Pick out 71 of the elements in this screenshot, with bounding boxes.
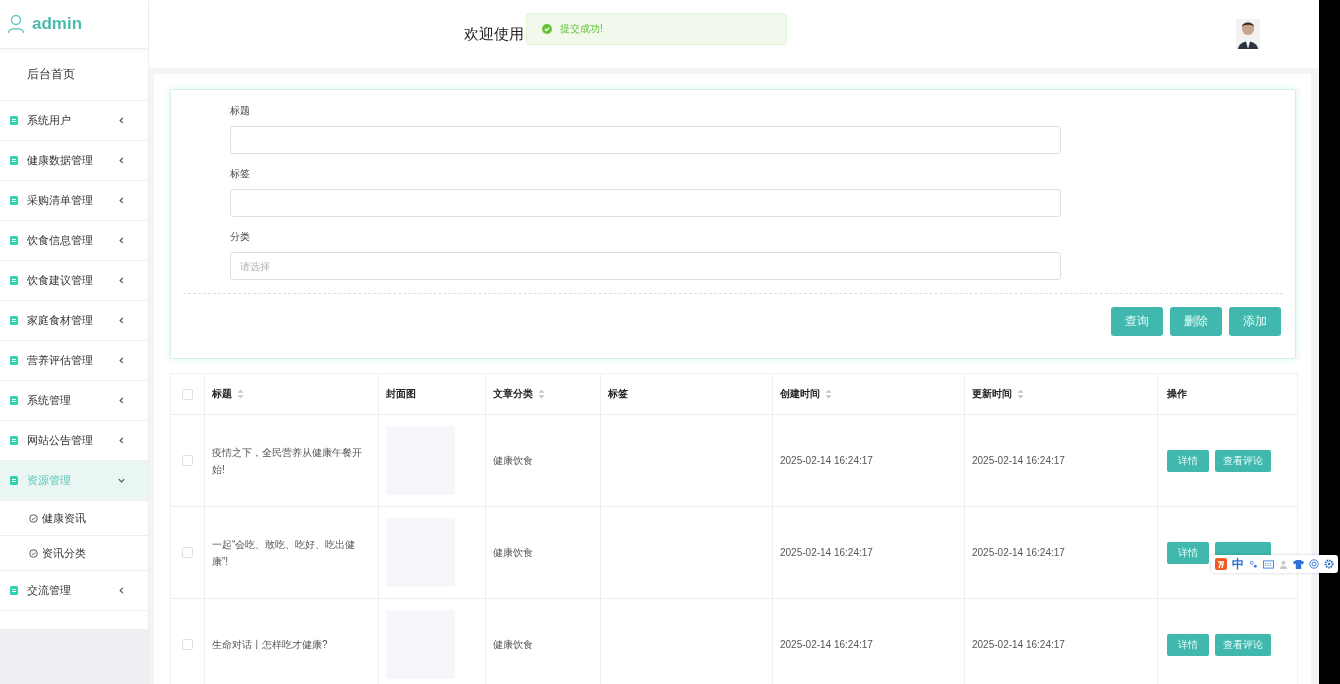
field-label: 标题: [230, 104, 251, 118]
menu-item[interactable]: 饮食建议管理: [0, 261, 148, 301]
column-header: 封面图: [386, 387, 416, 401]
menu-item[interactable]: 采购清单管理: [0, 181, 148, 221]
menu-item[interactable]: 家庭食材管理: [0, 301, 148, 341]
field-label: 标签: [230, 167, 251, 181]
column-header: 操作: [1167, 387, 1187, 401]
table-cell-text: 2025-02-14 16:24:17: [972, 638, 1066, 652]
table-cell-text: 健康饮食: [493, 638, 534, 652]
document-icon: [10, 316, 18, 325]
input-field[interactable]: 请选择: [230, 252, 1061, 280]
checkbox[interactable]: [182, 639, 193, 650]
menu-item[interactable]: 系统用户: [0, 101, 148, 141]
column-header: 标题: [212, 387, 232, 401]
table-cell-text: 健康饮食: [493, 546, 534, 560]
sort-icon[interactable]: [825, 389, 832, 399]
submenu-item[interactable]: 资讯分类: [0, 536, 148, 571]
sort-icon[interactable]: [237, 389, 244, 399]
column-header: 标签: [608, 387, 628, 401]
input-field[interactable]: [230, 189, 1061, 217]
username: admin: [32, 14, 83, 34]
field-label: 分类: [230, 230, 251, 244]
input-field[interactable]: [230, 126, 1061, 154]
toast-message: 提交成功!: [560, 22, 603, 36]
avatar-icon[interactable]: [1236, 19, 1260, 49]
table-cell-text: 一起“会吃、敢吃、吃好、吃出健康”!: [212, 537, 357, 569]
checkbox[interactable]: [182, 455, 193, 466]
shirt-icon[interactable]: [1293, 559, 1304, 569]
table-cell-text: 疫情之下，全民营养从健康午餐开始!: [212, 445, 363, 477]
user-icon: [7, 14, 25, 34]
punctuation-icon[interactable]: [1249, 559, 1258, 569]
table-cell-text: 健康饮食: [493, 454, 534, 468]
document-icon: [10, 396, 18, 405]
submenu-item[interactable]: 健康资讯: [0, 501, 148, 536]
document-icon: [10, 236, 18, 245]
column-header: 文章分类: [493, 387, 533, 401]
menu-item[interactable]: 交流管理: [0, 571, 148, 611]
column-header: 更新时间: [972, 387, 1012, 401]
menu-item[interactable]: 饮食信息管理: [0, 221, 148, 261]
table-cell-text: 2025-02-14 16:24:17: [972, 454, 1066, 468]
checkbox[interactable]: [182, 547, 193, 558]
sort-icon[interactable]: [1017, 389, 1024, 399]
document-icon: [10, 156, 18, 165]
document-icon: [10, 436, 18, 445]
table-cell-text: 生命对话丨怎样吃才健康?: [212, 638, 329, 652]
table-cell-text: 2025-02-14 16:24:17: [972, 546, 1066, 560]
menu-item[interactable]: 后台首页: [0, 49, 148, 101]
check-circle-icon: [29, 548, 38, 558]
document-icon: [10, 476, 18, 485]
document-icon: [10, 586, 18, 595]
document-icon: [10, 356, 18, 365]
ime-logo-icon[interactable]: [1215, 558, 1227, 570]
menu-item[interactable]: 健康数据管理: [0, 141, 148, 181]
keyboard-icon[interactable]: [1263, 559, 1274, 569]
document-icon: [10, 276, 18, 285]
document-icon: [10, 116, 18, 125]
table-cell-text: 2025-02-14 16:24:17: [780, 546, 874, 560]
table-cell-text: 2025-02-14 16:24:17: [780, 454, 874, 468]
menu-item[interactable]: 系统管理: [0, 381, 148, 421]
table-cell-text: 2025-02-14 16:24:17: [780, 638, 874, 652]
check-circle-icon: [29, 513, 38, 523]
person-icon[interactable]: [1279, 559, 1288, 569]
column-header: 创建时间: [780, 387, 820, 401]
check-circle-icon: [542, 24, 552, 34]
welcome-title: 欢迎使用: [464, 24, 524, 44]
settings-icon[interactable]: [1324, 559, 1334, 569]
checkbox[interactable]: [182, 388, 193, 400]
menu-item[interactable]: 营养评估管理: [0, 341, 148, 381]
ime-mode-toggle[interactable]: 中: [1232, 555, 1244, 573]
sort-icon[interactable]: [538, 389, 545, 399]
document-icon: [10, 196, 18, 205]
